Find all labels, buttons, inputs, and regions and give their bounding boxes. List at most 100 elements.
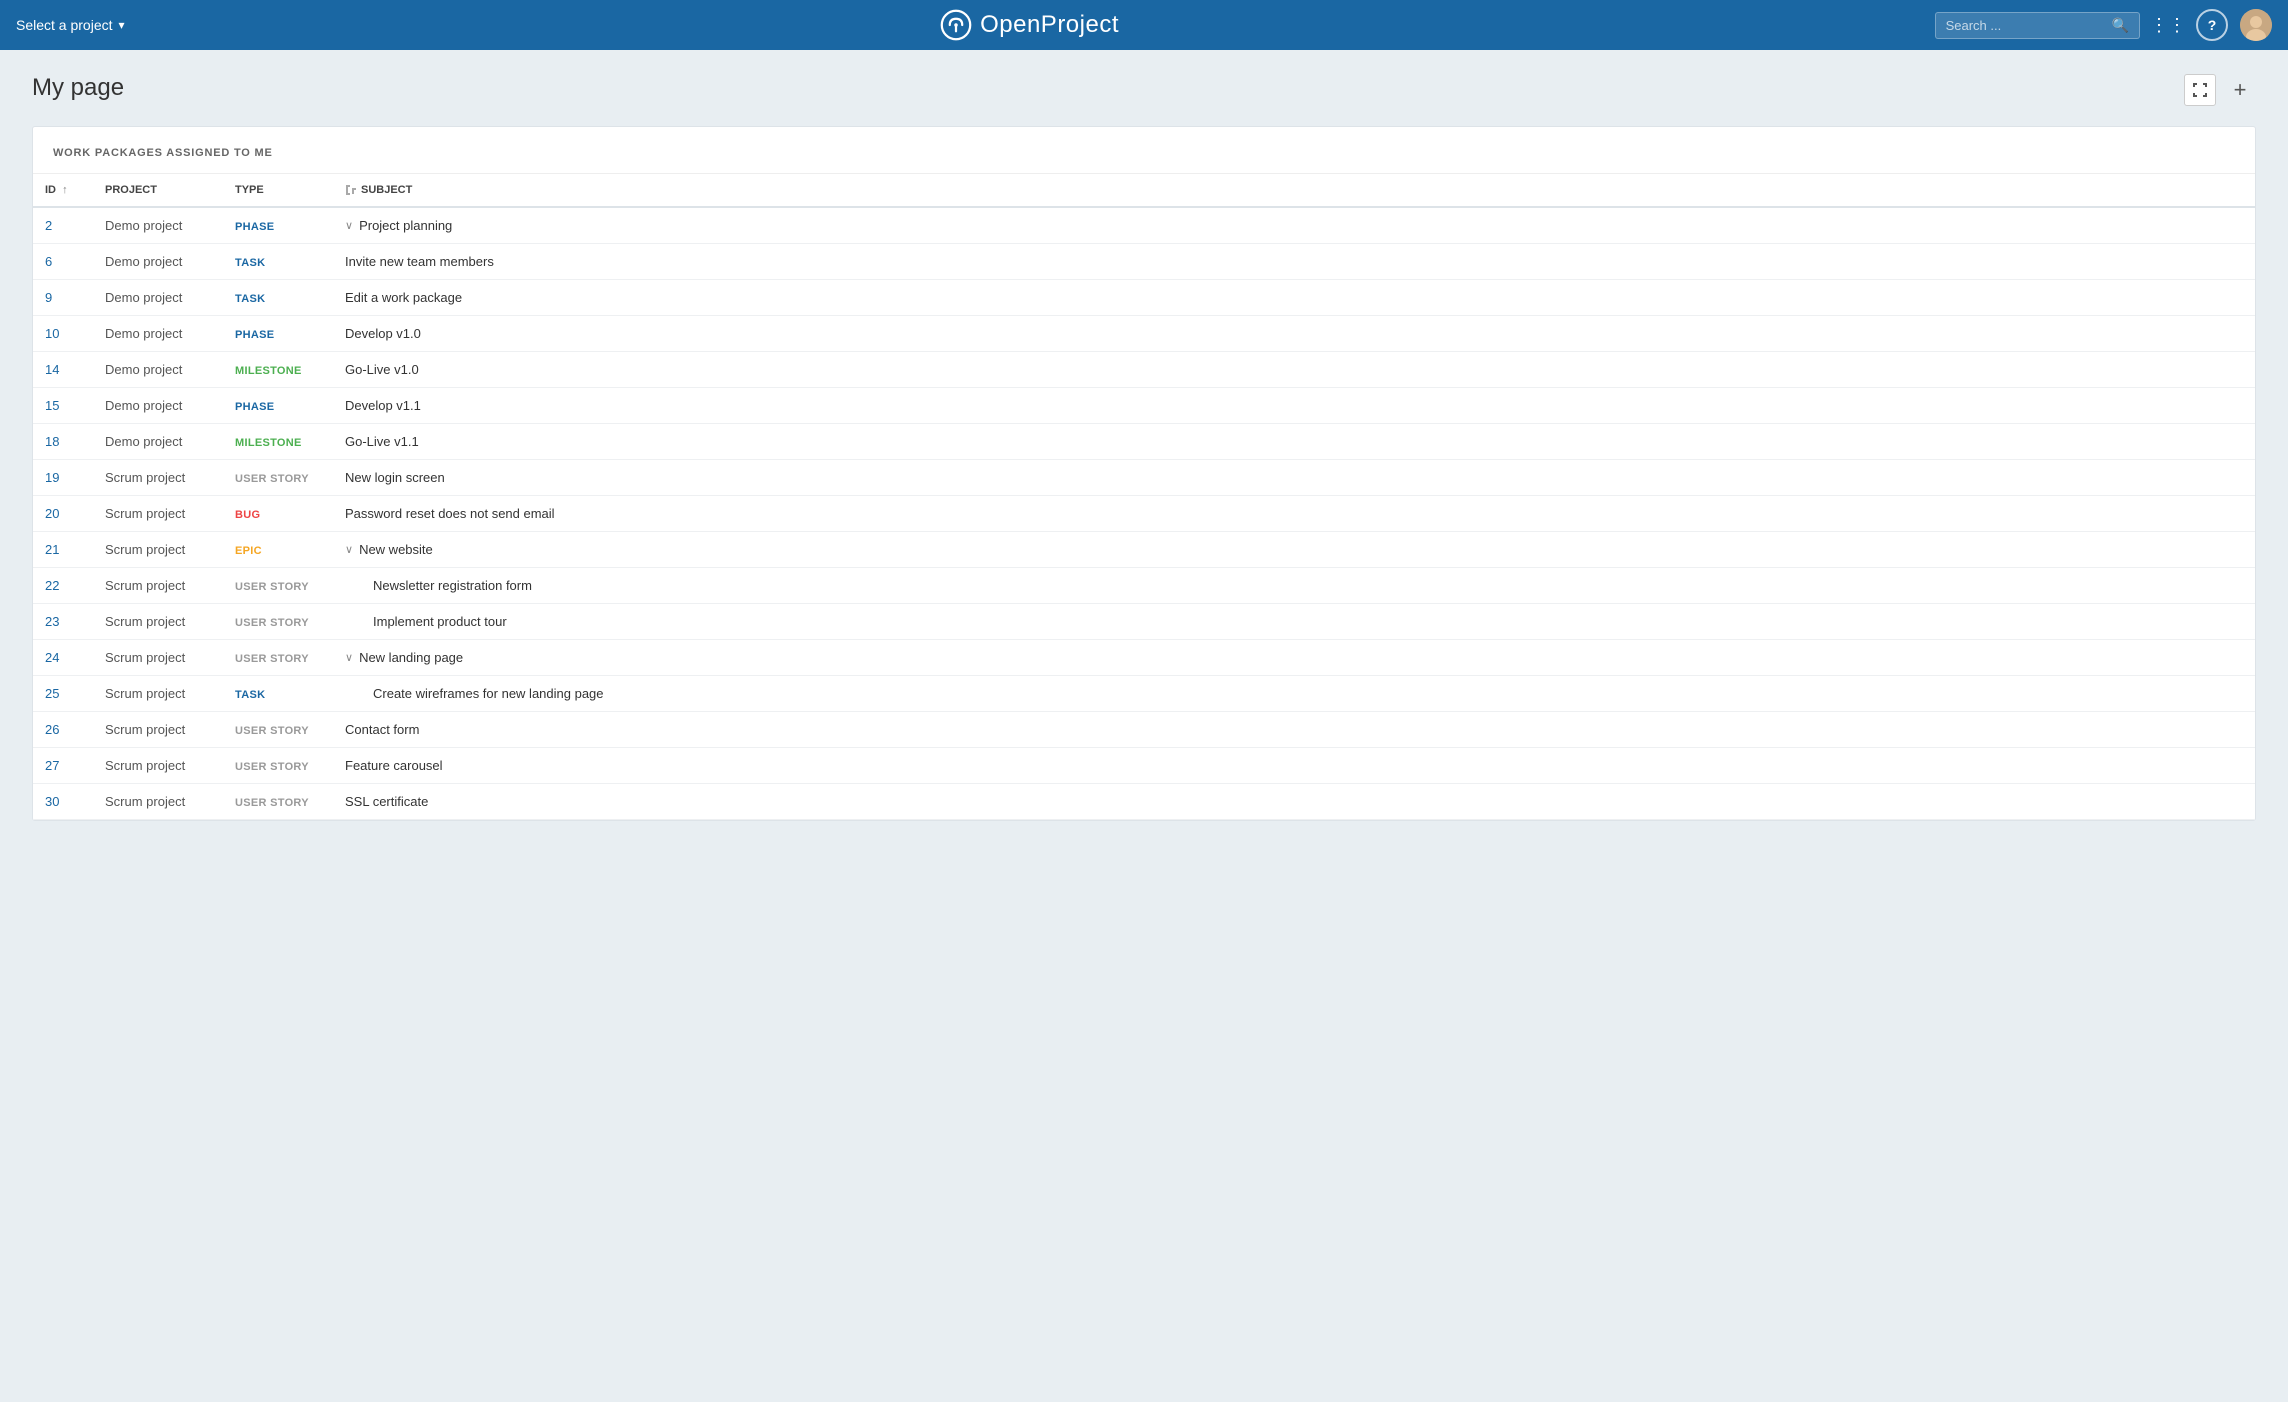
work-package-id-link[interactable]: 27 xyxy=(45,758,59,773)
user-avatar[interactable] xyxy=(2240,9,2272,41)
work-package-id-link[interactable]: 23 xyxy=(45,614,59,629)
cell-project: Scrum project xyxy=(93,640,223,676)
work-package-id-link[interactable]: 25 xyxy=(45,686,59,701)
work-package-id-link[interactable]: 21 xyxy=(45,542,59,557)
cell-subject: SSL certificate xyxy=(333,784,2255,820)
cell-subject: Develop v1.1 xyxy=(333,388,2255,424)
cell-type: PHASE xyxy=(223,316,333,352)
collapse-icon[interactable]: ∨ xyxy=(345,219,353,232)
work-package-id-link[interactable]: 14 xyxy=(45,362,59,377)
fullscreen-icon xyxy=(2192,82,2208,98)
work-package-id-link[interactable]: 2 xyxy=(45,218,52,233)
subject-content: Go-Live v1.0 xyxy=(345,362,2243,377)
col-header-subject[interactable]: SUBJECT xyxy=(333,174,2255,207)
cell-id: 15 xyxy=(33,388,93,424)
collapse-icon[interactable]: ∨ xyxy=(345,651,353,664)
subject-text: Password reset does not send email xyxy=(345,506,555,521)
cell-id: 26 xyxy=(33,712,93,748)
fullscreen-button[interactable] xyxy=(2184,74,2216,106)
avatar-image xyxy=(2240,9,2272,41)
cell-subject: Create wireframes for new landing page xyxy=(333,676,2255,712)
subject-content: Invite new team members xyxy=(345,254,2243,269)
cell-type: EPIC xyxy=(223,532,333,568)
logo-text: OpenProject xyxy=(980,11,1119,39)
table-row: 26Scrum projectUSER STORYContact form xyxy=(33,712,2255,748)
logo-icon xyxy=(940,9,972,41)
subject-content: Newsletter registration form xyxy=(345,578,2243,593)
cell-id: 9 xyxy=(33,280,93,316)
cell-id: 10 xyxy=(33,316,93,352)
cell-subject: Edit a work package xyxy=(333,280,2255,316)
type-badge: PHASE xyxy=(235,401,274,413)
subject-text: New website xyxy=(359,542,433,557)
subject-text: Newsletter registration form xyxy=(373,578,532,593)
subject-content: ∨ Project planning xyxy=(345,218,2243,233)
subject-content: Contact form xyxy=(345,722,2243,737)
collapse-icon[interactable]: ∨ xyxy=(345,543,353,556)
search-box[interactable]: 🔍 xyxy=(1935,12,2140,39)
work-package-id-link[interactable]: 9 xyxy=(45,290,52,305)
sort-icon-id: ↑ xyxy=(62,184,68,196)
work-package-id-link[interactable]: 15 xyxy=(45,398,59,413)
widget-title: WORK PACKAGES ASSIGNED TO ME xyxy=(53,147,273,159)
work-package-id-link[interactable]: 10 xyxy=(45,326,59,341)
work-package-id-link[interactable]: 22 xyxy=(45,578,59,593)
hierarchy-icon xyxy=(345,184,357,196)
cell-id: 27 xyxy=(33,748,93,784)
cell-id: 19 xyxy=(33,460,93,496)
cell-project: Demo project xyxy=(93,207,223,244)
cell-type: USER STORY xyxy=(223,748,333,784)
cell-type: TASK xyxy=(223,244,333,280)
work-package-id-link[interactable]: 24 xyxy=(45,650,59,665)
cell-type: USER STORY xyxy=(223,604,333,640)
modules-icon[interactable]: ⋮⋮ xyxy=(2152,9,2184,41)
col-header-id[interactable]: ID ↑ xyxy=(33,174,93,207)
work-package-id-link[interactable]: 18 xyxy=(45,434,59,449)
main-content: My page + WORK PACKAGES ASSIGNED TO ME I… xyxy=(0,50,2288,845)
work-package-id-link[interactable]: 20 xyxy=(45,506,59,521)
widget-header: WORK PACKAGES ASSIGNED TO ME xyxy=(33,127,2255,174)
table-row: 24Scrum projectUSER STORY∨New landing pa… xyxy=(33,640,2255,676)
project-name-text: Demo project xyxy=(105,398,182,413)
page-header: My page + xyxy=(32,74,2256,106)
cell-id: 18 xyxy=(33,424,93,460)
subject-text: Contact form xyxy=(345,722,419,737)
cell-subject: Contact form xyxy=(333,712,2255,748)
cell-subject: Develop v1.0 xyxy=(333,316,2255,352)
subject-content: Create wireframes for new landing page xyxy=(345,686,2243,701)
type-badge: MILESTONE xyxy=(235,365,302,377)
cell-id: 14 xyxy=(33,352,93,388)
subject-text: New landing page xyxy=(359,650,463,665)
col-header-project[interactable]: PROJECT xyxy=(93,174,223,207)
work-package-id-link[interactable]: 26 xyxy=(45,722,59,737)
table-row: 23Scrum projectUSER STORYImplement produ… xyxy=(33,604,2255,640)
subject-text: Project planning xyxy=(359,218,452,233)
table-row: 14 Demo project MILESTONE Go-Live v1.0 xyxy=(33,352,2255,388)
work-package-id-link[interactable]: 6 xyxy=(45,254,52,269)
cell-subject: Implement product tour xyxy=(333,604,2255,640)
type-badge: PHASE xyxy=(235,329,274,341)
type-badge: USER STORY xyxy=(235,725,309,737)
search-icon[interactable]: 🔍 xyxy=(2112,17,2129,34)
cell-project: Demo project xyxy=(93,424,223,460)
project-name-text: Demo project xyxy=(105,362,182,377)
help-icon[interactable]: ? xyxy=(2196,9,2228,41)
col-header-type[interactable]: TYPE xyxy=(223,174,333,207)
cell-type: BUG xyxy=(223,496,333,532)
cell-id: 6 xyxy=(33,244,93,280)
subject-content: SSL certificate xyxy=(345,794,2243,809)
project-selector[interactable]: Select a project ▾ xyxy=(16,17,125,33)
subject-content: Implement product tour xyxy=(345,614,2243,629)
logo: OpenProject xyxy=(940,9,1119,41)
cell-subject: Go-Live v1.0 xyxy=(333,352,2255,388)
work-package-id-link[interactable]: 30 xyxy=(45,794,59,809)
cell-subject: Feature carousel xyxy=(333,748,2255,784)
work-package-id-link[interactable]: 19 xyxy=(45,470,59,485)
cell-subject: New login screen xyxy=(333,460,2255,496)
cell-id: 20 xyxy=(33,496,93,532)
add-widget-button[interactable]: + xyxy=(2224,74,2256,106)
search-input[interactable] xyxy=(1946,18,2106,33)
cell-id: 22 xyxy=(33,568,93,604)
chevron-down-icon: ▾ xyxy=(119,18,125,32)
type-badge: USER STORY xyxy=(235,617,309,629)
